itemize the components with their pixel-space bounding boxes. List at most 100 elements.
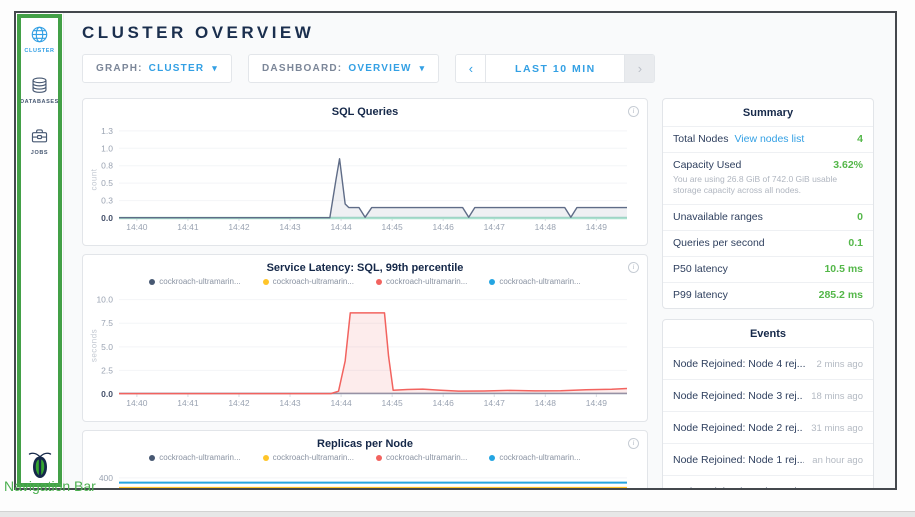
info-icon[interactable]: i (628, 106, 639, 117)
svg-text:14:45: 14:45 (382, 398, 404, 408)
dashboard-dropdown-value: OVERVIEW (348, 63, 411, 74)
event-row: Node Rejoined: Node 4 rej... 2 mins ago (663, 348, 873, 380)
legend-label: cockroach-ultramarin... (273, 277, 354, 286)
sidebar-item-label: CLUSTER (24, 48, 54, 54)
summary-row-unavailable-ranges: Unavailable ranges 0 (663, 205, 873, 231)
sql-queries-chart: 1.31.00.80.50.30.014:4014:4114:4214:4314… (83, 120, 635, 234)
chart-title: Replicas per Node (83, 431, 647, 450)
capacity-subtext: You are using 26.8 GiB of 742.0 GiB usab… (673, 174, 863, 197)
event-time: 31 mins ago (811, 423, 863, 434)
summary-row-p50: P50 latency 10.5 ms (663, 257, 873, 283)
legend-dot-icon (489, 279, 495, 285)
summary-label: Unavailable ranges (673, 211, 763, 223)
chevron-right-icon: › (638, 61, 642, 76)
svg-text:7.5: 7.5 (101, 318, 113, 328)
legend-label: cockroach-ultramarin... (386, 453, 467, 462)
svg-text:14:42: 14:42 (228, 222, 250, 232)
dashboard-dropdown[interactable]: DASHBOARD: OVERVIEW ▾ (248, 54, 439, 83)
summary-row-p99: P99 latency 285.2 ms (663, 283, 873, 308)
main-content: CLUSTER OVERVIEW GRAPH: CLUSTER ▾ DASHBO… (64, 13, 895, 488)
cockroachdb-logo (27, 448, 53, 480)
legend-label: cockroach-ultramarin... (273, 453, 354, 462)
event-time: 18 mins ago (811, 391, 863, 402)
time-range-selector: ‹ LAST 10 MIN › (455, 54, 655, 83)
event-label: Node Rejoined: Node 3 rej... (673, 390, 803, 402)
event-time: an hour ago (812, 487, 863, 488)
legend-dot-icon (149, 279, 155, 285)
legend-dot-icon (149, 455, 155, 461)
svg-text:1.0: 1.0 (101, 143, 113, 153)
view-nodes-list-link[interactable]: View nodes list (734, 133, 804, 145)
time-range-value[interactable]: LAST 10 MIN (486, 55, 624, 82)
legend-item: cockroach-ultramarin... (263, 453, 354, 462)
svg-text:14:46: 14:46 (433, 398, 455, 408)
legend-item: cockroach-ultramarin... (376, 277, 467, 286)
navigation-bar-annotation: Navigation Bar (4, 478, 96, 494)
chart-legend: cockroach-ultramarin... cockroach-ultram… (83, 277, 647, 286)
svg-text:14:46: 14:46 (433, 222, 455, 232)
event-label: Node Rejoined: Node 1 rej... (673, 454, 804, 466)
bottom-divider (0, 511, 915, 517)
time-range-prev-button[interactable]: ‹ (456, 55, 486, 82)
sidebar-item-cluster[interactable]: CLUSTER (24, 25, 54, 54)
svg-text:14:47: 14:47 (484, 398, 506, 408)
summary-title: Summary (663, 99, 873, 127)
svg-text:14:44: 14:44 (330, 398, 352, 408)
navigation-sidebar: CLUSTER DATABASES JOBS (16, 13, 64, 488)
legend-label: cockroach-ultramarin... (386, 277, 467, 286)
svg-text:14:43: 14:43 (279, 398, 301, 408)
charts-column: SQL Queries i count 1.31.00.80.50.30.014… (82, 98, 648, 488)
page: CLUSTER DATABASES JOBS (0, 0, 915, 517)
event-row: Node Rejoined: Node 4 rej... an hour ago (663, 476, 873, 488)
graph-dropdown[interactable]: GRAPH: CLUSTER ▾ (82, 54, 232, 83)
time-range-next-button[interactable]: › (624, 55, 654, 82)
svg-text:14:41: 14:41 (177, 222, 199, 232)
info-icon[interactable]: i (628, 262, 639, 273)
svg-text:0.0: 0.0 (101, 389, 113, 399)
chart-title: SQL Queries (83, 99, 647, 118)
dashboard-body: SQL Queries i count 1.31.00.80.50.30.014… (82, 98, 887, 488)
summary-value: 10.5 ms (824, 263, 863, 275)
svg-text:14:48: 14:48 (535, 398, 557, 408)
svg-text:14:47: 14:47 (484, 222, 506, 232)
svg-text:14:45: 14:45 (382, 222, 404, 232)
chart-title: Service Latency: SQL, 99th percentile (83, 255, 647, 274)
legend-item: cockroach-ultramarin... (149, 277, 240, 286)
summary-value: 3.62% (833, 159, 863, 171)
svg-text:14:42: 14:42 (228, 398, 250, 408)
event-row: Node Rejoined: Node 1 rej... an hour ago (663, 444, 873, 476)
summary-label: Total Nodes (673, 133, 728, 145)
event-time: 2 mins ago (817, 359, 863, 370)
legend-dot-icon (489, 455, 495, 461)
svg-text:400: 400 (99, 473, 113, 483)
service-latency-chart-panel: Service Latency: SQL, 99th percentile i … (82, 254, 648, 422)
admin-ui-window: CLUSTER DATABASES JOBS (14, 11, 897, 490)
y-axis-label: seconds (90, 326, 99, 366)
event-label: Node Rejoined: Node 2 rej... (673, 422, 803, 434)
legend-item: cockroach-ultramarin... (149, 453, 240, 462)
summary-column: Summary Total Nodes View nodes list 4 Ca… (662, 98, 874, 488)
svg-text:0.5: 0.5 (101, 178, 113, 188)
svg-text:14:40: 14:40 (126, 222, 148, 232)
svg-text:0.8: 0.8 (101, 161, 113, 171)
sidebar-item-databases[interactable]: DATABASES (20, 76, 59, 105)
svg-text:5.0: 5.0 (101, 342, 113, 352)
summary-label: P99 latency (673, 289, 728, 301)
svg-text:0.0: 0.0 (101, 213, 113, 223)
svg-text:10.0: 10.0 (96, 295, 113, 305)
graph-dropdown-value: CLUSTER (149, 63, 205, 74)
legend-dot-icon (263, 279, 269, 285)
svg-text:1.3: 1.3 (101, 126, 113, 136)
svg-text:0.3: 0.3 (101, 196, 113, 206)
sql-queries-chart-panel: SQL Queries i count 1.31.00.80.50.30.014… (82, 98, 648, 246)
sidebar-item-label: DATABASES (20, 99, 59, 105)
sidebar-item-jobs[interactable]: JOBS (30, 127, 49, 156)
legend-dot-icon (263, 455, 269, 461)
events-panel: Events Node Rejoined: Node 4 rej... 2 mi… (662, 319, 874, 488)
legend-label: cockroach-ultramarin... (159, 277, 240, 286)
legend-item: cockroach-ultramarin... (489, 453, 580, 462)
info-icon[interactable]: i (628, 438, 639, 449)
summary-label: Capacity Used (673, 159, 741, 171)
svg-text:14:48: 14:48 (535, 222, 557, 232)
summary-panel: Summary Total Nodes View nodes list 4 Ca… (662, 98, 874, 309)
